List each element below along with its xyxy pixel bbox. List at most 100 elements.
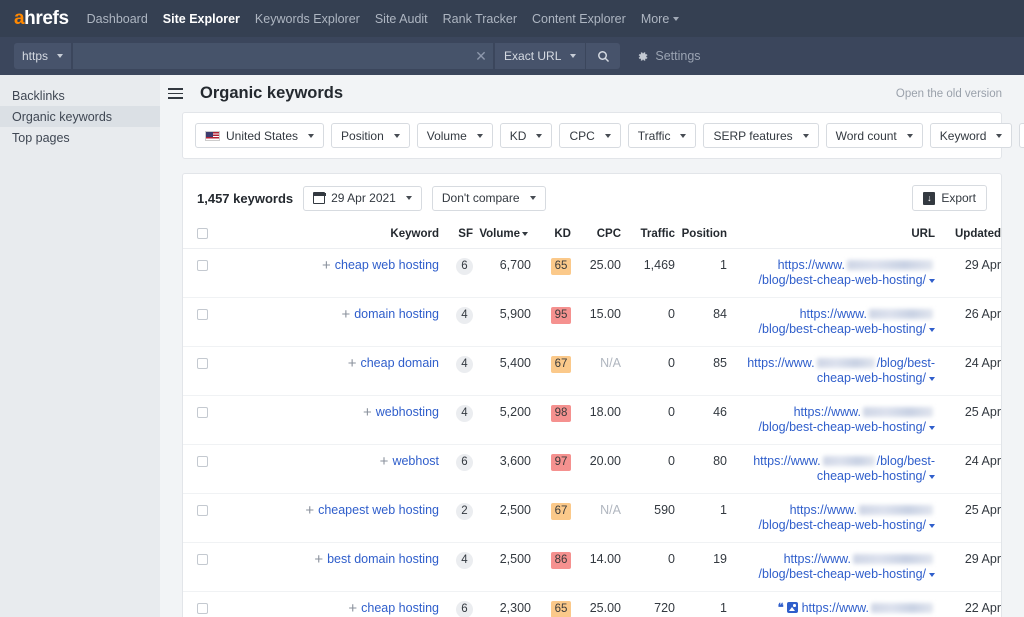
nav-link-content-explorer[interactable]: Content Explorer xyxy=(532,12,626,26)
table-row: + cheap domain 4 5,400 67 N/A 0 85 https://www. /… xyxy=(183,346,1001,396)
updated-cell: 24 Apr xyxy=(935,346,1001,396)
row-checkbox[interactable] xyxy=(197,260,208,272)
keyword-link[interactable]: cheap web hosting xyxy=(335,258,439,272)
row-checkbox[interactable] xyxy=(197,407,208,419)
row-checkbox[interactable] xyxy=(197,505,208,517)
th-url[interactable]: URL xyxy=(739,222,935,249)
row-checkbox[interactable] xyxy=(197,554,208,566)
row-checkbox[interactable] xyxy=(197,358,208,370)
filter-kd[interactable]: KD xyxy=(499,123,553,148)
row-checkbox[interactable] xyxy=(197,456,208,468)
expand-row-icon[interactable]: + xyxy=(310,552,323,567)
chevron-down-icon xyxy=(57,54,64,58)
th-cpc[interactable]: CPC xyxy=(571,222,625,249)
url-dropdown-icon[interactable] xyxy=(929,572,935,577)
url-link[interactable]: https://www./blog/best-cheap-web-hosting… xyxy=(759,405,935,434)
expand-row-icon[interactable]: + xyxy=(375,454,389,469)
url-dropdown-icon[interactable] xyxy=(929,523,935,528)
sf-cell: 4 xyxy=(439,542,473,592)
filter-country[interactable]: United States xyxy=(195,123,325,148)
nav-link-site-audit[interactable]: Site Audit xyxy=(375,12,428,26)
keyword-link[interactable]: domain hosting xyxy=(354,307,439,321)
hamburger-icon[interactable] xyxy=(168,83,190,105)
url-link[interactable]: https://www./blog/best-cheap-web-hosting… xyxy=(759,503,935,532)
redacted-domain xyxy=(822,456,875,466)
settings-button[interactable]: Settings xyxy=(636,49,701,63)
th-updated[interactable]: Updated xyxy=(935,222,1001,249)
url-link[interactable]: https://www./blog/best-cheap-web-hosting… xyxy=(747,356,935,385)
filter-volume[interactable]: Volume xyxy=(416,123,493,148)
url-dropdown-icon[interactable] xyxy=(929,376,935,381)
position-cell: 46 xyxy=(679,395,739,445)
cpc-value: 15.00 xyxy=(589,307,621,321)
keyword-link[interactable]: cheap hosting xyxy=(361,601,439,615)
nav-link-keywords-explorer[interactable]: Keywords Explorer xyxy=(255,12,360,26)
compare-select[interactable]: Don't compare xyxy=(431,185,546,211)
filter-cpc[interactable]: CPC xyxy=(559,123,621,148)
url-link[interactable]: https://www./blog/best-cheap-web-hosting… xyxy=(753,454,935,483)
th-position[interactable]: Position xyxy=(679,222,739,249)
filter-keyword-label: Keyword xyxy=(939,128,987,143)
keyword-link[interactable]: best domain hosting xyxy=(327,552,439,566)
url-link[interactable]: https://www./blog/best-cheap-web-hosting… xyxy=(759,552,935,581)
keyword-link[interactable]: webhosting xyxy=(376,405,439,419)
th-volume[interactable]: Volume xyxy=(473,222,535,249)
expand-row-icon[interactable]: + xyxy=(301,503,314,518)
url-dropdown-icon[interactable] xyxy=(929,278,935,283)
search-mode-select[interactable]: Exact URL xyxy=(495,43,586,69)
search-input[interactable] xyxy=(73,43,470,69)
filter-word-count[interactable]: Word count xyxy=(825,123,923,148)
image-pack-icon[interactable] xyxy=(786,602,798,613)
url-dropdown-icon[interactable] xyxy=(929,474,935,479)
nav-link-dashboard[interactable]: Dashboard xyxy=(87,12,148,26)
nav-link-site-explorer[interactable]: Site Explorer xyxy=(163,12,240,26)
ahrefs-logo[interactable]: ahrefs xyxy=(14,9,69,28)
search-button[interactable] xyxy=(586,43,621,69)
gear-icon xyxy=(639,51,648,61)
nav-link-rank-tracker[interactable]: Rank Tracker xyxy=(443,12,517,26)
export-button[interactable]: Export xyxy=(912,185,987,211)
filter-serp-features[interactable]: SERP features xyxy=(703,123,819,148)
url-dropdown-icon[interactable] xyxy=(929,425,935,430)
row-select-cell xyxy=(183,346,208,396)
url-link[interactable]: https://www./blog/best-cheap-web-hosting… xyxy=(759,307,935,336)
expand-row-icon[interactable]: + xyxy=(344,601,357,616)
filter-traffic[interactable]: Traffic xyxy=(627,123,697,148)
chevron-down-icon xyxy=(673,17,680,22)
th-keyword[interactable]: Keyword xyxy=(207,222,439,249)
expand-row-icon[interactable]: + xyxy=(318,258,331,273)
th-sf[interactable]: SF xyxy=(439,222,473,249)
filter-url[interactable]: URL xyxy=(1019,123,1024,148)
row-checkbox[interactable] xyxy=(197,603,208,615)
url-link[interactable]: https://www./blog/best-cheap-web-hosting… xyxy=(759,601,935,617)
open-old-version-link[interactable]: Open the old version xyxy=(896,88,1002,100)
sidebar-item-backlinks[interactable]: Backlinks xyxy=(0,85,160,106)
kd-cell: 97 xyxy=(535,444,571,494)
cpc-value: 25.00 xyxy=(589,601,621,615)
keyword-link[interactable]: cheap domain xyxy=(360,356,439,370)
filter-keyword[interactable]: Keyword xyxy=(929,123,1013,148)
expand-row-icon[interactable]: + xyxy=(359,405,372,420)
nav-link-more[interactable]: More xyxy=(641,12,680,26)
url-link[interactable]: https://www./blog/best-cheap-web-hosting… xyxy=(759,258,935,287)
sidebar-item-top-pages[interactable]: Top pages xyxy=(0,127,160,148)
row-checkbox[interactable] xyxy=(197,309,208,321)
keyword-link[interactable]: cheapest web hosting xyxy=(318,503,439,517)
th-kd[interactable]: KD xyxy=(535,222,571,249)
protocol-select[interactable]: https xyxy=(14,43,72,69)
filter-position[interactable]: Position xyxy=(331,123,410,148)
close-icon[interactable]: ✕ xyxy=(469,43,493,69)
keyword-link[interactable]: webhost xyxy=(392,454,439,468)
expand-row-icon[interactable]: + xyxy=(337,307,350,322)
expand-row-icon[interactable]: + xyxy=(343,356,357,371)
featured-snippet-icon[interactable]: ❝ xyxy=(778,601,784,616)
kd-badge: 86 xyxy=(551,552,571,569)
date-picker[interactable]: 29 Apr 2021 xyxy=(303,185,422,211)
sidebar-item-organic-keywords[interactable]: Organic keywords xyxy=(0,106,160,127)
url-dropdown-icon[interactable] xyxy=(929,327,935,332)
chevron-down-icon xyxy=(570,54,577,58)
select-all-checkbox[interactable] xyxy=(197,228,208,240)
th-traffic[interactable]: Traffic xyxy=(625,222,679,249)
volume-cell: 5,400 xyxy=(473,346,535,396)
settings-label: Settings xyxy=(655,49,701,63)
